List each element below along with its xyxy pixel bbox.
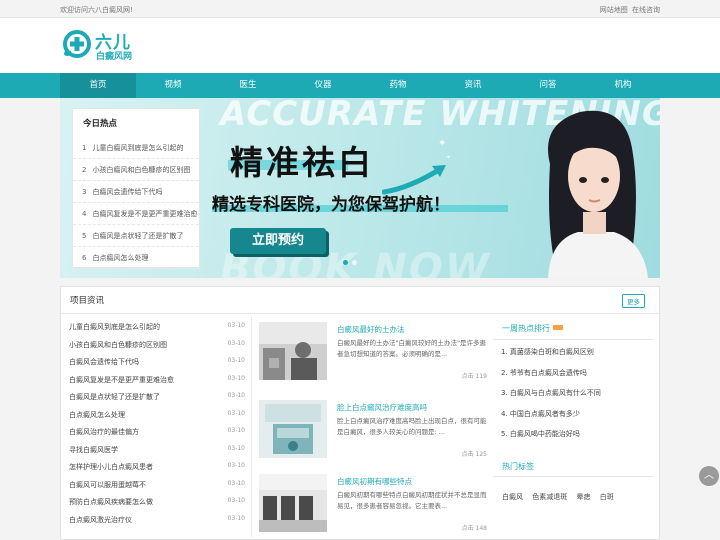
sparkle-icon: ✦: [446, 154, 452, 161]
tag-link[interactable]: 白斑: [600, 493, 614, 501]
tag-link[interactable]: 白癜风: [502, 493, 523, 501]
rank-item[interactable]: 4. 中国白点癜风者有多少: [501, 409, 651, 430]
top-links: 网站地图 在线咨询: [598, 5, 660, 15]
nav-item-home[interactable]: 首页: [60, 73, 136, 98]
article-thumbnail-image[interactable]: [259, 322, 327, 380]
nav-item-doctor[interactable]: 医生: [210, 73, 286, 98]
hot-item[interactable]: 6 白点癜风怎么处理: [73, 247, 199, 269]
article-summary: 白癜风最好的土办法"白癜风较好的土办法"是许多患者急切想知道的答案。必须明确的是…: [337, 339, 486, 358]
hot-item[interactable]: 3 白癜风会遗传给下代吗: [73, 181, 199, 203]
hot-item[interactable]: 5 白癜风是点状轻了还是扩散了: [73, 225, 199, 247]
scroll-top-button[interactable]: ︿: [699, 466, 719, 486]
site-logo[interactable]: 六儿 白癜风网: [62, 28, 182, 62]
nav-item-institution[interactable]: 机构: [585, 73, 661, 98]
nav-item-medicine[interactable]: 药物: [360, 73, 436, 98]
tag-list: 白癜风 色素减退斑 晕痣 白斑: [502, 492, 621, 502]
today-hot-title: 今日热点: [83, 119, 118, 129]
list-item[interactable]: 白癜风治疗的最佳偏方 03-10: [69, 427, 245, 445]
column-divider: [251, 317, 252, 537]
welcome-text: 欢迎访问六八白癜风网!: [60, 6, 133, 14]
banner-headline: 精准祛白: [230, 143, 374, 182]
book-now-button[interactable]: 立即预约: [230, 228, 326, 254]
hot-badge: [553, 325, 563, 330]
news-list: 儿童白癜风到底是怎么引起的 03-10 小孩白癜风和白色糠疹的区别图 03-10 白…: [69, 322, 245, 532]
list-item[interactable]: 白点癜风怎么处理 03-10: [69, 410, 245, 428]
chevron-up-icon: ︿: [704, 470, 714, 481]
rank-item[interactable]: 5. 白癜风喝中药能治好吗: [501, 429, 651, 450]
sparkle-icon: ✦: [438, 138, 447, 149]
rank-item[interactable]: 3. 白癜风与白点癜风有什么不同: [501, 388, 651, 409]
article-title[interactable]: 白癜风最好的土办法: [337, 324, 405, 335]
list-item[interactable]: 白癜风会遗传给下代吗 03-10: [69, 357, 245, 375]
list-item[interactable]: 怎样护理小儿白点癜风患者 03-10: [69, 462, 245, 480]
tags-title: 热门标签: [502, 462, 534, 471]
click-count: 点击 148: [461, 525, 487, 532]
article-summary: 脸上白点癜风治疗难度高吗脸上出现白点，很有可能是白癜风，很多人较关心的问题是: …: [337, 417, 487, 436]
hot-item[interactable]: 4 白癜风复发是不是更严重更难治愈: [73, 203, 199, 225]
tag-link[interactable]: 色素减退斑: [532, 493, 567, 501]
brand-subtitle: 白癜风网: [96, 52, 133, 62]
divider: [493, 476, 653, 477]
list-item[interactable]: 小孩白癜风和白色糠疹的区别图 03-10: [69, 340, 245, 358]
more-button[interactable]: 更多: [622, 294, 645, 308]
banner-subline: 精选专科医院，为您保驾护航！: [212, 195, 450, 215]
today-hot-panel: 今日热点 1 儿童白癜风到底是怎么引起的 2 小孩白癜风和白色糠疹的区别图 3 白癜风…: [72, 108, 200, 269]
article-card[interactable]: 白癜风初期有哪些特点 白癜风初期有哪些特点白癜风初期症状并不总是显而易见，很多患…: [259, 474, 487, 540]
list-item[interactable]: 儿童白癜风到底是怎么引起的 03-10: [69, 322, 245, 340]
article-card[interactable]: 白癜风最好的土办法 白癜风最好的土办法"白癜风较好的土办法"是许多患者急切想知道…: [259, 322, 487, 394]
main-nav: 首页 视频 医生 仪器 药物 资讯 问答 机构: [0, 73, 720, 98]
section-title: 项目资讯: [70, 296, 105, 306]
list-item[interactable]: 白癜风可以服用蛋越莓不 03-10: [69, 480, 245, 498]
article-title[interactable]: 白癜风初期有哪些特点: [337, 476, 412, 487]
rank-item[interactable]: 2. 爷爷有白点癜风会遗传吗: [501, 368, 651, 389]
project-news-section: 项目资讯 更多 儿童白癜风到底是怎么引起的 03-10 小孩白癜风和白色糠疹的区别…: [60, 286, 660, 540]
medical-cross-logo-icon: [63, 30, 91, 58]
nav-item-news[interactable]: 资讯: [435, 73, 511, 98]
rank-title: 一周热点排行: [502, 324, 550, 333]
list-item[interactable]: 寻找白癜风医学 03-10: [69, 445, 245, 463]
click-count: 点击 119: [461, 373, 487, 380]
slide-dot-2[interactable]: [352, 260, 357, 265]
article-thumbnail-image[interactable]: [259, 400, 327, 458]
click-count: 点击 125: [461, 451, 487, 458]
model-portrait-image: [548, 110, 648, 278]
hot-item[interactable]: 2 小孩白癜风和白色糠疹的区别图: [73, 159, 199, 181]
nav-item-qa[interactable]: 问答: [510, 73, 586, 98]
slide-dot-1[interactable]: [343, 260, 348, 265]
article-thumbnail-image[interactable]: [259, 474, 327, 532]
rank-item[interactable]: 1. 真菌感染白斑和白癜风区别: [501, 347, 651, 368]
tag-link[interactable]: 晕痣: [576, 493, 590, 501]
top-bar: 欢迎访问六八白癜风网! 网站地图 在线咨询: [0, 0, 720, 18]
nav-item-video[interactable]: 视频: [135, 73, 211, 98]
sitemap-link[interactable]: 网站地图: [600, 6, 628, 14]
nav-item-instrument[interactable]: 仪器: [285, 73, 361, 98]
hot-item[interactable]: 1 儿童白癜风到底是怎么引起的: [73, 137, 199, 159]
article-summary: 白癜风初期有哪些特点白癜风初期症状并不总是显而易见，很多患者容易忽视。它主要表.…: [337, 491, 487, 510]
list-item[interactable]: 白癜风是点状轻了还是扩散了 03-10: [69, 392, 245, 410]
site-header: 六儿 白癜风网: [0, 18, 720, 73]
article-title[interactable]: 脸上白点癜风治疗难度高吗: [337, 402, 427, 413]
divider: [493, 339, 653, 340]
list-item[interactable]: 白点癜风激光治疗仪 03-10: [69, 515, 245, 533]
article-card[interactable]: 脸上白点癜风治疗难度高吗 脸上白点癜风治疗难度高吗脸上出现白点，很有可能是白癜风…: [259, 400, 487, 472]
list-item[interactable]: 白癜风复发是不是更严重更难治愈 03-10: [69, 375, 245, 393]
online-consult-link[interactable]: 在线咨询: [632, 6, 660, 14]
divider: [61, 313, 659, 314]
list-item[interactable]: 预防白点癜风疾病要怎么做 03-10: [69, 497, 245, 515]
